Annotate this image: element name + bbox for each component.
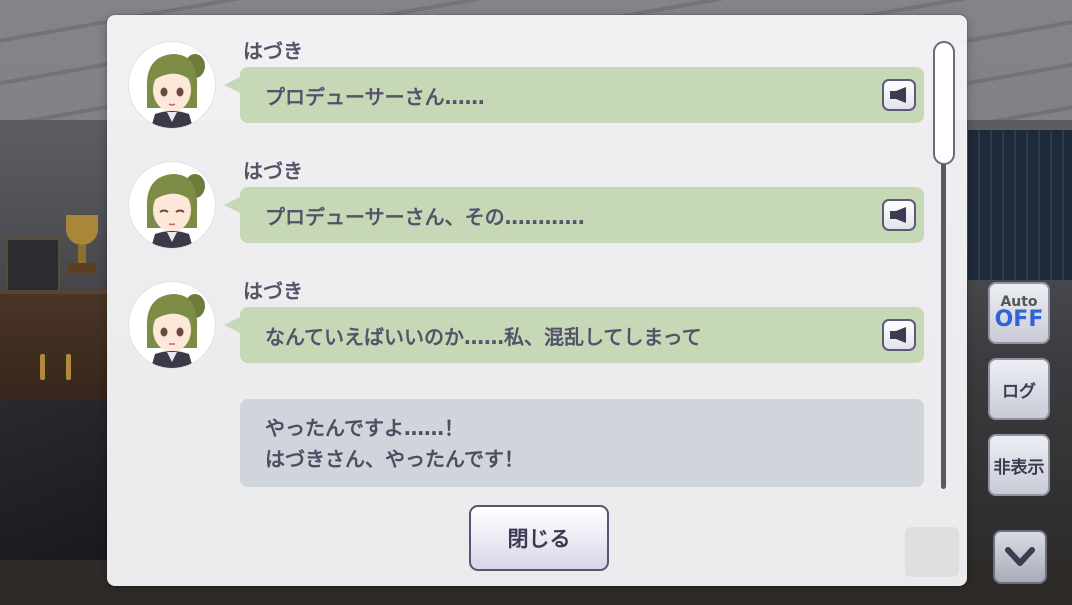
- avatar: [129, 162, 215, 248]
- player-line: はづきさん、やったんです！: [265, 447, 524, 471]
- trophy: [62, 215, 102, 275]
- log-button[interactable]: ログ: [988, 358, 1050, 420]
- dialogue-text: なんていえばいいのか……私、混乱してしまって: [265, 324, 702, 349]
- background-skip-button: [905, 527, 959, 577]
- hazuki-portrait-icon: [146, 174, 205, 248]
- dialogue-text: プロデューサーさん、その…………: [265, 204, 585, 229]
- chevron-down-icon: [1005, 547, 1035, 566]
- dialogue-bubble: プロデューサーさん……: [224, 67, 924, 123]
- speaker-icon: [890, 207, 906, 223]
- speaker-name: はづき: [243, 39, 303, 63]
- auto-toggle-button[interactable]: Auto OFF: [988, 282, 1050, 344]
- avatar: [129, 282, 215, 368]
- hazuki-portrait-icon: [146, 54, 205, 128]
- dialogue-bubble: プロデューサーさん、その…………: [224, 187, 924, 243]
- window-blinds: [968, 130, 1072, 280]
- close-button[interactable]: 閉じる: [469, 505, 609, 571]
- hazuki-portrait-icon: [146, 294, 205, 368]
- hide-button[interactable]: 非表示: [988, 434, 1050, 496]
- log-label: ログ: [1002, 381, 1036, 402]
- advance-button[interactable]: [993, 530, 1047, 584]
- player-dialogue-bubble: やったんですよ……！ はづきさん、やったんです！: [240, 399, 924, 487]
- speaker-name: はづき: [243, 159, 303, 183]
- scrollbar-thumb[interactable]: [933, 41, 955, 165]
- player-line: やったんですよ……！: [265, 416, 464, 440]
- avatar: [129, 42, 215, 128]
- voice-replay-button[interactable]: [882, 199, 916, 231]
- voice-replay-button[interactable]: [882, 319, 916, 351]
- dialogue-bubble: なんていえばいいのか……私、混乱してしまって: [224, 307, 924, 363]
- dialogue-text: プロデューサーさん……: [265, 84, 485, 109]
- auto-state: OFF: [994, 307, 1044, 332]
- speaker-icon: [890, 87, 906, 103]
- backlog-dialog: はづき プロデューサーさん…… はづき プロデューサーさん、その………… はづき…: [107, 15, 967, 586]
- speaker-name: はづき: [243, 279, 303, 303]
- voice-replay-button[interactable]: [882, 79, 916, 111]
- hide-label: 非表示: [993, 457, 1045, 478]
- speaker-icon: [890, 327, 906, 343]
